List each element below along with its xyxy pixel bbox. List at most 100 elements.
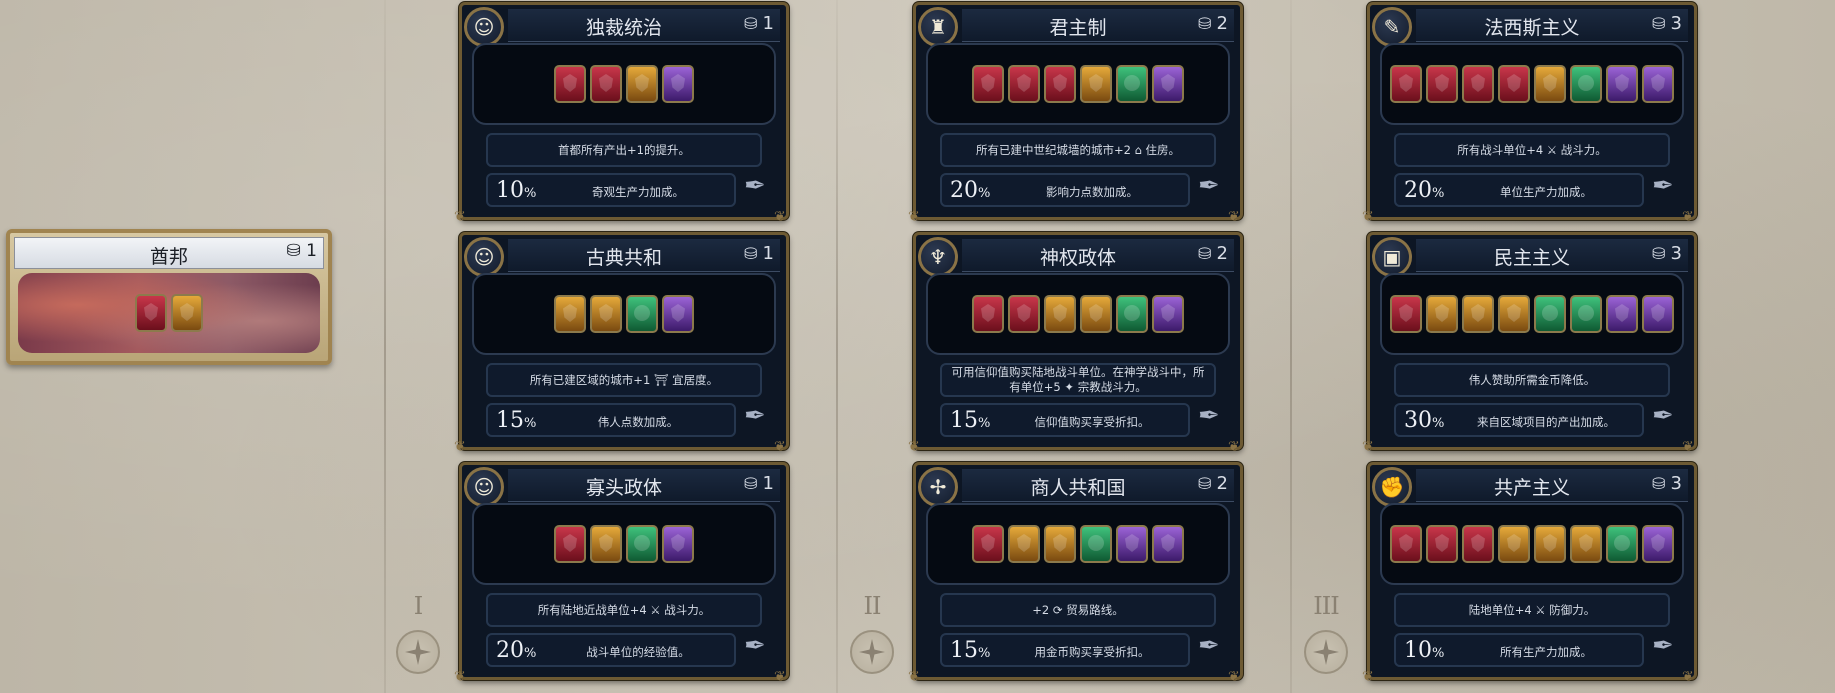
card-title: 古典共和 xyxy=(585,247,662,269)
ballot-icon: ▣ xyxy=(1372,237,1412,277)
policy-slots xyxy=(1380,503,1684,585)
government-card-chiefdom[interactable]: 酋邦 ⛁ 1 xyxy=(6,229,332,365)
card-header: 民主主义 ⛁ 3 xyxy=(1416,239,1688,272)
bust-icon: ☺ xyxy=(464,467,504,507)
legacy-bonus-text: +2 ⟳ 贸易路线。 xyxy=(940,593,1216,627)
bonus-percent-value: 20 xyxy=(950,178,978,203)
column-divider xyxy=(1290,0,1292,693)
bust-icon: ☺ xyxy=(464,7,504,47)
accumulated-bonus: 10% 所有生产力加成。 xyxy=(1394,633,1644,667)
policy-slots xyxy=(1380,273,1684,355)
economic-slot-icon xyxy=(1080,65,1112,103)
economic-slot-icon xyxy=(1498,525,1530,563)
card-title: 法西斯主义 xyxy=(1484,17,1580,39)
accumulated-bonus: 20% 单位生产力加成。 xyxy=(1394,173,1644,207)
era-number: 2 xyxy=(1216,243,1228,264)
military-slot-icon xyxy=(1462,525,1494,563)
government-card[interactable]: 独裁统治 ⛁ 1 ☺ 首都所有产出+1的提升。 10% 奇观生产力加成。 ✒ ❦… xyxy=(454,2,789,225)
laurel-icon: ❦ xyxy=(1228,669,1240,685)
economic-slot-icon xyxy=(1044,525,1076,563)
military-slot-icon xyxy=(1462,65,1494,103)
bonus-text: 影响力点数加成。 xyxy=(1046,185,1138,199)
policy-slots xyxy=(926,273,1230,355)
era-badge: ⛁ 1 xyxy=(744,243,774,264)
policy-slots xyxy=(472,503,776,585)
diplomatic-slot-icon xyxy=(626,295,658,333)
bonus-text: 伟人点数加成。 xyxy=(597,415,679,429)
policy-slots xyxy=(926,43,1230,125)
wildcard-slot-icon xyxy=(1152,65,1184,103)
card-header: 法西斯主义 ⛁ 3 xyxy=(1416,9,1688,42)
military-slot-icon xyxy=(1008,65,1040,103)
bonus-percent: 15% xyxy=(950,638,991,663)
government-card[interactable]: 神权政体 ⛁ 2 ♆ 可用信仰值购买陆地战斗单位。在神学战斗中，所有单位+5 ✦… xyxy=(908,232,1243,455)
government-card[interactable]: 民主主义 ⛁ 3 ▣ 伟人赞助所需金币降低。 30% 来自区域项目的产出加成。 … xyxy=(1362,232,1697,455)
bonus-percent: 10% xyxy=(496,178,537,203)
bonus-text: 奇观生产力加成。 xyxy=(592,185,684,199)
quill-icon: ✒ xyxy=(1198,171,1220,201)
government-card[interactable]: 古典共和 ⛁ 1 ☺ 所有已建区域的城市+1 ⛩ 宜居度。 15% 伟人点数加成… xyxy=(454,232,789,455)
era-number: 2 xyxy=(1216,13,1228,34)
accumulated-bonus: 20% 影响力点数加成。 xyxy=(940,173,1190,207)
era-number: 3 xyxy=(1670,243,1682,264)
era-badge: ⛁ 2 xyxy=(1198,473,1228,494)
policy-slots xyxy=(472,273,776,355)
wildcard-slot-icon xyxy=(662,65,694,103)
bonus-text: 单位生产力加成。 xyxy=(1500,185,1592,199)
laurel-icon: ❦ xyxy=(1682,439,1694,455)
diplomatic-slot-icon xyxy=(1570,65,1602,103)
government-card[interactable]: 商人共和国 ⛁ 2 ✢ +2 ⟳ 贸易路线。 15% 用金币购买享受折扣。 ✒ … xyxy=(908,462,1243,685)
laurel-icon: ❦ xyxy=(908,669,920,685)
quill-icon: ✒ xyxy=(744,401,766,431)
bonus-percent-value: 10 xyxy=(1404,638,1432,663)
era-number: 1 xyxy=(306,241,317,261)
wings-icon: ♆ xyxy=(918,237,958,277)
diplomatic-slot-icon xyxy=(1570,295,1602,333)
wildcard-slot-icon xyxy=(1642,295,1674,333)
quill-icon: ✒ xyxy=(1198,631,1220,661)
bonus-percent-value: 30 xyxy=(1404,408,1432,433)
legacy-bonus-text: 所有已建中世纪城墙的城市+2 ⌂ 住房。 xyxy=(940,133,1216,167)
legacy-bonus-text: 所有已建区域的城市+1 ⛩ 宜居度。 xyxy=(486,363,762,397)
laurel-icon: ❦ xyxy=(1228,439,1240,455)
government-card[interactable]: 法西斯主义 ⛁ 3 ✎ 所有战斗单位+4 ⚔ 战斗力。 20% 单位生产力加成。… xyxy=(1362,2,1697,225)
accumulated-bonus: 15% 用金币购买享受折扣。 xyxy=(940,633,1190,667)
era-number: 1 xyxy=(762,473,774,494)
diplomatic-slot-icon xyxy=(626,525,658,563)
era-label-3: III xyxy=(1313,592,1339,620)
government-card[interactable]: 寡头政体 ⛁ 1 ☺ 所有陆地近战单位+4 ⚔ 战斗力。 20% 战斗单位的经验… xyxy=(454,462,789,685)
era-badge: ⛁ 2 xyxy=(1198,243,1228,264)
era-label-1: I xyxy=(413,592,423,620)
legacy-bonus-text: 陆地单位+4 ⚔ 防御力。 xyxy=(1394,593,1670,627)
compass-icon xyxy=(396,630,440,674)
era-badge: ⛁ 3 xyxy=(1652,243,1682,264)
economic-slot-icon xyxy=(1080,295,1112,333)
accumulated-bonus: 20% 战斗单位的经验值。 xyxy=(486,633,736,667)
wildcard-slot-icon xyxy=(662,295,694,333)
card-title: 共产主义 xyxy=(1493,477,1570,499)
laurel-icon: ❦ xyxy=(1362,209,1374,225)
bonus-text: 战斗单位的经验值。 xyxy=(586,645,690,659)
economic-slot-icon xyxy=(1008,525,1040,563)
quill-icon: ✒ xyxy=(1652,631,1674,661)
laurel-icon: ❦ xyxy=(774,669,786,685)
quill-icon: ✒ xyxy=(1652,171,1674,201)
laurel-icon: ❦ xyxy=(454,209,466,225)
era-number: 1 xyxy=(762,13,774,34)
diplomatic-slot-icon xyxy=(1116,295,1148,333)
economic-slot-icon xyxy=(590,525,622,563)
era-badge: ⛁ 3 xyxy=(1652,473,1682,494)
quill-icon: ✒ xyxy=(744,631,766,661)
wildcard-slot-icon xyxy=(1606,295,1638,333)
economic-slot-icon xyxy=(626,65,658,103)
military-slot-icon xyxy=(1044,65,1076,103)
military-slot-icon xyxy=(972,525,1004,563)
era-badge: ⛁ 1 xyxy=(744,13,774,34)
card-header: 古典共和 ⛁ 1 xyxy=(508,239,780,272)
card-header: 君主制 ⛁ 2 xyxy=(962,9,1234,42)
bonus-percent: 20% xyxy=(496,638,537,663)
economic-slot-icon xyxy=(590,295,622,333)
government-card[interactable]: 君主制 ⛁ 2 ♜ 所有已建中世纪城墙的城市+2 ⌂ 住房。 20% 影响力点数… xyxy=(908,2,1243,225)
government-card[interactable]: 共产主义 ⛁ 3 ✊ 陆地单位+4 ⚔ 防御力。 10% 所有生产力加成。 ✒ … xyxy=(1362,462,1697,685)
military-slot-icon xyxy=(1008,295,1040,333)
